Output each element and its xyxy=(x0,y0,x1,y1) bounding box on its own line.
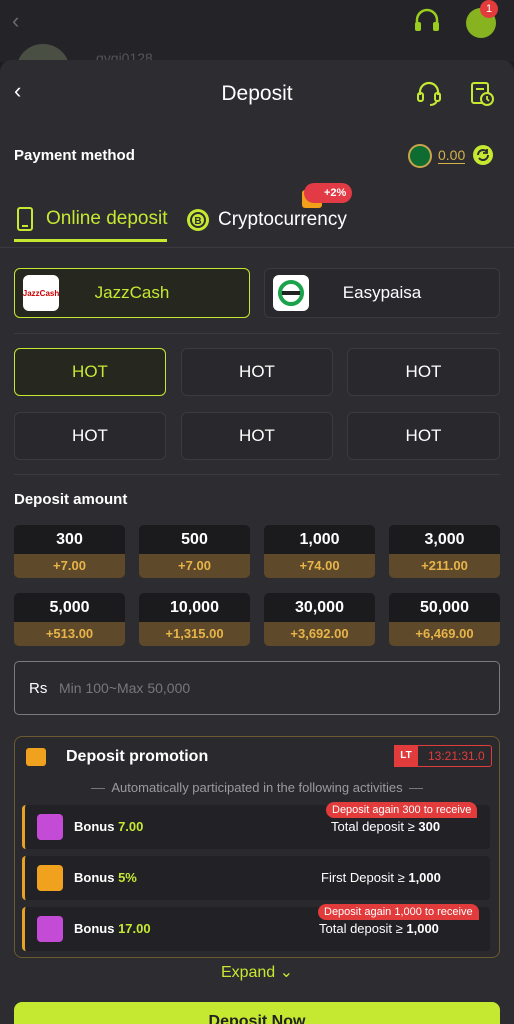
bonus-requirement: First Deposit ≥ 1,000 xyxy=(321,870,441,885)
promotion-timer: 13:21:31.0 xyxy=(428,749,485,763)
deposit-now-button[interactable]: Deposit Now xyxy=(14,1002,500,1024)
amount-bonus: +3,692.00 xyxy=(264,622,375,646)
amount-option[interactable]: 500 +7.00 xyxy=(139,525,250,578)
amount-bonus: +7.00 xyxy=(139,554,250,578)
amount-value: 30,000 xyxy=(264,593,375,622)
lt-label: LT xyxy=(394,745,418,767)
divider xyxy=(14,474,500,475)
easypaisa-logo xyxy=(273,275,309,311)
gift-box-icon xyxy=(37,916,63,942)
amount-option[interactable]: 3,000 +211.00 xyxy=(389,525,500,578)
amount-option[interactable]: 30,000 +3,692.00 xyxy=(264,593,375,646)
expand-button[interactable]: Expand ⌄ xyxy=(0,962,514,982)
headset-icon[interactable] xyxy=(412,8,442,36)
channel-option[interactable]: HOT xyxy=(14,348,166,396)
phone-icon xyxy=(17,206,33,231)
crypto-promo-badge: +2% xyxy=(304,183,353,203)
crypto-coin-icon: B xyxy=(187,209,209,231)
provider-easypaisa[interactable]: Easypaisa xyxy=(264,268,500,318)
amount-bonus: +7.00 xyxy=(14,554,125,578)
amount-input-box: Rs xyxy=(14,661,500,715)
jazzcash-logo: JazzCash xyxy=(23,275,59,311)
amount-option[interactable]: 5,000 +513.00 xyxy=(14,593,125,646)
background-back-icon: ‹ xyxy=(12,8,20,33)
deposit-again-tag: Deposit again 300 to receive xyxy=(326,802,478,818)
payment-method-label: Payment method xyxy=(14,147,135,164)
chat-badge: 1 xyxy=(480,0,498,18)
tab-cryptocurrency-label: Cryptocurrency xyxy=(218,209,347,230)
tab-online-deposit[interactable]: Online deposit xyxy=(14,202,168,242)
amount-bonus: +1,315.00 xyxy=(139,622,250,646)
promotion-subtitle: Automatically participated in the follow… xyxy=(0,780,514,795)
bonus-requirement: Total deposit ≥ 1,000 xyxy=(319,921,439,936)
tab-cryptocurrency[interactable]: B Cryptocurrency xyxy=(186,200,347,240)
amount-value: 50,000 xyxy=(389,593,500,622)
amount-value: 500 xyxy=(139,525,250,554)
deposit-again-tag: Deposit again 1,000 to receive xyxy=(318,904,479,920)
amount-input[interactable] xyxy=(59,672,479,704)
channel-option[interactable]: HOT xyxy=(181,412,333,460)
expand-label: Expand xyxy=(220,964,276,981)
amount-bonus: +211.00 xyxy=(389,554,500,578)
gift-box-icon xyxy=(37,865,63,891)
channel-option[interactable]: HOT xyxy=(347,348,500,396)
customer-service-icon[interactable] xyxy=(415,80,443,108)
amount-option[interactable]: 1,000 +74.00 xyxy=(264,525,375,578)
amount-bonus: +513.00 xyxy=(14,622,125,646)
gift-box-icon xyxy=(37,814,63,840)
channel-option[interactable]: HOT xyxy=(14,412,166,460)
amount-option[interactable]: 300 +7.00 xyxy=(14,525,125,578)
chevron-down-icon: ⌄ xyxy=(279,964,294,981)
bonus-label: Bonus 17.00 xyxy=(74,921,151,936)
divider xyxy=(14,333,500,334)
bonus-row[interactable]: Bonus 5% First Deposit ≥ 1,000 xyxy=(22,856,490,900)
refresh-icon[interactable] xyxy=(472,144,494,166)
svg-text:B: B xyxy=(194,216,201,227)
amount-value: 10,000 xyxy=(139,593,250,622)
promotion-title: Deposit promotion xyxy=(66,748,209,765)
deposit-history-icon[interactable] xyxy=(468,80,496,108)
amount-value: 1,000 xyxy=(264,525,375,554)
pakistan-flag-icon xyxy=(408,144,432,168)
amount-value: 300 xyxy=(14,525,125,554)
tab-online-deposit-label: Online deposit xyxy=(46,207,168,229)
bonus-label: Bonus 5% xyxy=(74,870,137,885)
amount-value: 3,000 xyxy=(389,525,500,554)
deposit-amount-label: Deposit amount xyxy=(14,491,128,508)
wallet-balance: 0.00 xyxy=(438,147,466,164)
currency-label: Rs xyxy=(29,680,48,697)
provider-jazzcash[interactable]: JazzCash JazzCash xyxy=(14,268,250,318)
gift-icon xyxy=(26,748,46,766)
provider-easypaisa-label: Easypaisa xyxy=(342,283,422,302)
channel-option[interactable]: HOT xyxy=(181,348,333,396)
amount-bonus: +74.00 xyxy=(264,554,375,578)
amount-bonus: +6,469.00 xyxy=(389,622,500,646)
bonus-label: Bonus 7.00 xyxy=(74,819,144,834)
provider-jazzcash-label: JazzCash xyxy=(94,283,170,302)
amount-option[interactable]: 50,000 +6,469.00 xyxy=(389,593,500,646)
amount-value: 5,000 xyxy=(14,593,125,622)
channel-option[interactable]: HOT xyxy=(347,412,500,460)
amount-option[interactable]: 10,000 +1,315.00 xyxy=(139,593,250,646)
bonus-requirement: Total deposit ≥ 300 xyxy=(331,819,441,834)
